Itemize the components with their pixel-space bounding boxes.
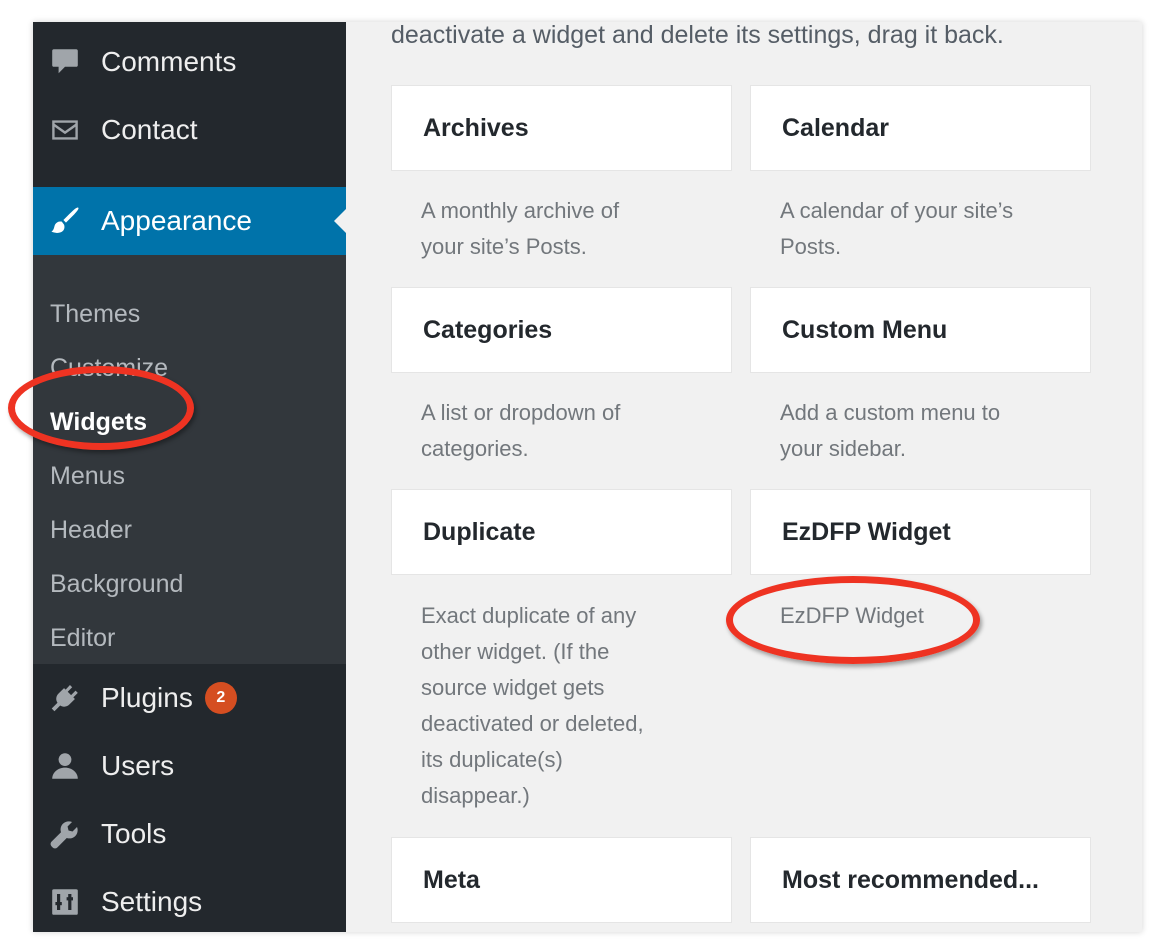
plugin-icon bbox=[47, 680, 83, 716]
widget-most-recommended[interactable]: Most recommended... bbox=[750, 837, 1091, 923]
menu-comments[interactable]: Comments bbox=[33, 28, 346, 96]
submenu-widgets[interactable]: Widgets bbox=[50, 407, 147, 437]
menu-plugins-label: Plugins bbox=[101, 682, 193, 713]
widget-description-line: its duplicate(s) bbox=[421, 747, 563, 772]
envelope-icon bbox=[47, 112, 83, 148]
widget-ezdfp[interactable]: EzDFP Widget bbox=[750, 489, 1091, 575]
widget-categories[interactable]: Categories bbox=[391, 287, 732, 373]
widget-title: Custom Menu bbox=[782, 315, 948, 344]
widget-description-line: EzDFP Widget bbox=[780, 603, 924, 628]
widget-title: Categories bbox=[423, 315, 553, 344]
menu-comments-label: Comments bbox=[101, 46, 237, 77]
active-menu-arrow bbox=[334, 209, 346, 233]
widget-meta[interactable]: Meta bbox=[391, 837, 732, 923]
submenu-header[interactable]: Header bbox=[50, 515, 132, 545]
submenu-customize[interactable]: Customize bbox=[50, 353, 168, 383]
widget-title: Archives bbox=[423, 113, 529, 142]
widget-description: EzDFP Widget bbox=[780, 598, 1070, 634]
submenu-menus[interactable]: Menus bbox=[50, 461, 125, 491]
widget-description-line: Posts. bbox=[780, 234, 842, 259]
widget-title: Most recommended... bbox=[782, 865, 1039, 894]
widget-description-line: your sidebar. bbox=[780, 436, 906, 461]
widget-duplicate[interactable]: Duplicate bbox=[391, 489, 732, 575]
widget-calendar[interactable]: Calendar bbox=[750, 85, 1091, 171]
widget-archives[interactable]: Archives bbox=[391, 85, 732, 171]
comment-icon bbox=[47, 44, 83, 80]
widget-custom-menu[interactable]: Custom Menu bbox=[750, 287, 1091, 373]
widget-description-line: A calendar of your site’s bbox=[780, 198, 1014, 223]
plugins-update-badge: 2 bbox=[204, 682, 237, 714]
widget-description: A list or dropdown of categories. bbox=[421, 395, 711, 467]
widget-description-line: Exact duplicate of any bbox=[421, 603, 637, 628]
widget-description-line: other widget. (If the bbox=[421, 639, 610, 664]
widget-title: Meta bbox=[423, 865, 480, 894]
widget-description: Exact duplicate of any other widget. (If… bbox=[421, 598, 711, 814]
menu-appearance-label: Appearance bbox=[101, 205, 253, 236]
admin-sidebar: Comments Contact Appearance Themes Custo… bbox=[33, 22, 346, 932]
menu-plugins[interactable]: Plugins 2 bbox=[33, 664, 346, 732]
widget-title: Calendar bbox=[782, 113, 889, 142]
widget-description: A monthly archive of your site’s Posts. bbox=[421, 193, 711, 265]
widget-description-line: your site’s Posts. bbox=[421, 234, 587, 259]
widget-title: EzDFP Widget bbox=[782, 517, 951, 546]
menu-contact[interactable]: Contact bbox=[33, 96, 346, 164]
user-icon bbox=[47, 748, 83, 784]
menu-tools-label: Tools bbox=[101, 818, 167, 849]
menu-contact-label: Contact bbox=[101, 114, 198, 145]
submenu-editor[interactable]: Editor bbox=[50, 623, 115, 653]
widget-description-line: disappear.) bbox=[421, 783, 530, 808]
menu-tools[interactable]: Tools bbox=[33, 800, 346, 868]
menu-settings-label: Settings bbox=[101, 886, 203, 917]
widget-description: A calendar of your site’s Posts. bbox=[780, 193, 1070, 265]
paintbrush-icon bbox=[47, 203, 83, 239]
widget-description-line: source widget gets bbox=[421, 675, 605, 700]
widget-description-line: Add a custom menu to bbox=[780, 400, 1001, 425]
menu-users[interactable]: Users bbox=[33, 732, 346, 800]
submenu-themes[interactable]: Themes bbox=[50, 299, 140, 329]
widget-description-line: A monthly archive of bbox=[421, 198, 620, 223]
appearance-submenu: Themes Customize Widgets Menus Header Ba… bbox=[33, 255, 346, 664]
widget-description-line: categories. bbox=[421, 436, 529, 461]
widget-description-line: deactivated or deleted, bbox=[421, 711, 644, 736]
settings-icon bbox=[47, 884, 83, 920]
widget-title: Duplicate bbox=[423, 517, 536, 546]
menu-users-label: Users bbox=[101, 750, 175, 781]
widget-description: Add a custom menu to your sidebar. bbox=[780, 395, 1070, 467]
widgets-instructions: deactivate a widget and delete its setti… bbox=[391, 22, 1004, 49]
widget-description-line: A list or dropdown of bbox=[421, 400, 621, 425]
menu-appearance[interactable]: Appearance bbox=[33, 187, 346, 255]
wp-admin-window: Comments Contact Appearance Themes Custo… bbox=[33, 22, 1142, 932]
submenu-background[interactable]: Background bbox=[50, 569, 183, 599]
wrench-icon bbox=[47, 816, 83, 852]
menu-settings[interactable]: Settings bbox=[33, 868, 346, 932]
